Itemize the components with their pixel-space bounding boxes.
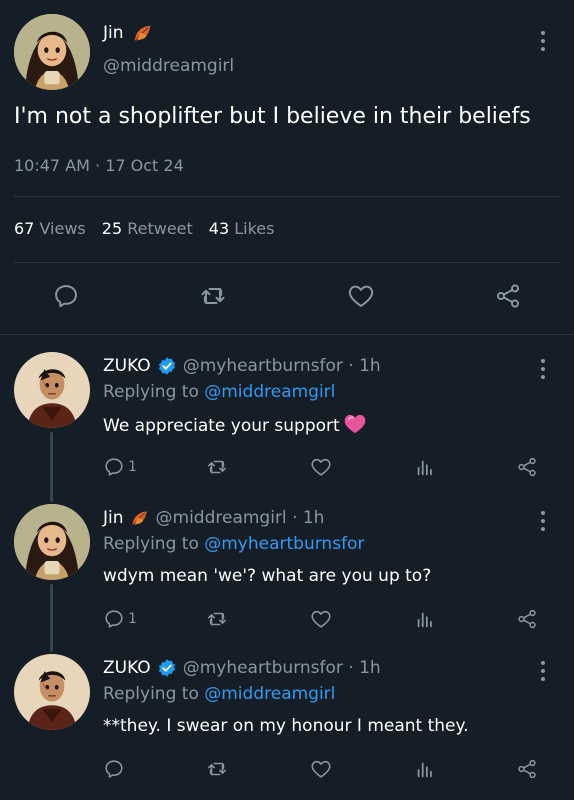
analytics-icon[interactable] (414, 608, 436, 630)
avatar-image (14, 654, 90, 730)
reply-icon[interactable] (52, 282, 80, 310)
divider (14, 196, 560, 197)
tweet-timestamp[interactable]: 10:47 AM · 17 Oct 24 (14, 156, 184, 175)
share-icon[interactable] (516, 758, 538, 780)
reply-tweet[interactable]: Jin @middreamgirl · 1h Replying to @myhe… (0, 504, 574, 644)
reply-display-name[interactable]: Jin (103, 508, 124, 528)
reply-count: 1 (128, 459, 137, 475)
reply-tweet[interactable]: ZUKO @myheartburnsfor · 1h Replying to @… (0, 352, 574, 492)
reply-header: ZUKO @myheartburnsfor · 1h (103, 356, 381, 376)
replying-to-handle[interactable]: @middreamgirl (204, 382, 335, 402)
reply-text: We appreciate your support (103, 416, 340, 436)
kebab-menu-icon[interactable] (535, 356, 551, 382)
replying-to: Replying to @middreamgirl (103, 684, 335, 704)
likes-stat[interactable]: 43 Likes (209, 219, 275, 238)
verified-badge-icon (157, 356, 177, 376)
like-icon[interactable] (310, 608, 332, 630)
author-display-name[interactable]: Jin (103, 23, 124, 43)
retweet-icon[interactable] (206, 456, 228, 478)
reply-text-row: We appreciate your support (103, 414, 366, 436)
divider (14, 262, 560, 263)
reply-count: 1 (128, 611, 137, 627)
kebab-menu-icon[interactable] (535, 658, 551, 684)
reply-text: **they. I swear on my honour I meant the… (103, 716, 469, 736)
leaf-emoji-icon (132, 22, 154, 44)
kebab-menu-icon[interactable] (535, 28, 551, 54)
retweet-count: 25 (101, 219, 123, 238)
section-divider (0, 334, 574, 335)
replying-to: Replying to @myheartburnsfor (103, 534, 364, 554)
like-icon[interactable] (310, 758, 332, 780)
replying-prefix: Replying to (103, 684, 199, 704)
views-count: 67 (14, 219, 35, 238)
share-icon[interactable] (516, 608, 538, 630)
avatar-image (14, 504, 90, 580)
share-icon[interactable] (494, 282, 522, 310)
retweet-icon[interactable] (206, 758, 228, 780)
tweet-stats: 67 Views 25 Retweet 43 Likes (14, 219, 274, 238)
reply-icon[interactable] (103, 608, 125, 630)
reply-header: Jin @middreamgirl · 1h (103, 508, 324, 528)
avatar-image (14, 352, 90, 428)
analytics-icon[interactable] (414, 456, 436, 478)
likes-count: 43 (208, 219, 230, 238)
kebab-menu-icon[interactable] (535, 508, 551, 534)
likes-label: Likes (234, 219, 275, 238)
reply-text: wdym mean 'we'? what are you up to? (103, 566, 432, 586)
retweet-icon[interactable] (206, 608, 228, 630)
replying-prefix: Replying to (103, 534, 199, 554)
main-tweet: Jin @middreamgirl I'm not a shoplifter b… (0, 0, 574, 335)
avatar[interactable] (14, 14, 90, 90)
retweet-label: Retweet (127, 219, 193, 238)
replying-to-handle[interactable]: @middreamgirl (204, 684, 335, 704)
author-handle[interactable]: @middreamgirl (103, 56, 234, 76)
verified-badge-icon (157, 658, 177, 678)
reply-handle-time[interactable]: @myheartburnsfor · 1h (183, 356, 381, 376)
reply-handle-time[interactable]: @myheartburnsfor · 1h (183, 658, 381, 678)
like-icon[interactable] (310, 456, 332, 478)
reply-display-name[interactable]: ZUKO (103, 658, 151, 678)
tweet-text: I'm not a shoplifter but I believe in th… (14, 104, 531, 129)
retweet-stat[interactable]: 25 Retweet (102, 219, 193, 238)
replying-prefix: Replying to (103, 382, 199, 402)
retweet-icon[interactable] (199, 282, 227, 310)
avatar-image (14, 14, 90, 90)
avatar[interactable] (14, 654, 90, 730)
reply-icon[interactable] (103, 758, 125, 780)
avatar[interactable] (14, 504, 90, 580)
analytics-icon[interactable] (414, 758, 436, 780)
reply-display-name[interactable]: ZUKO (103, 356, 151, 376)
pink-heart-emoji-icon (344, 414, 366, 434)
views-stat[interactable]: 67 Views (14, 219, 86, 238)
reply-header: ZUKO @myheartburnsfor · 1h (103, 658, 381, 678)
like-icon[interactable] (347, 282, 375, 310)
replying-to-handle[interactable]: @myheartburnsfor (204, 534, 364, 554)
avatar[interactable] (14, 352, 90, 428)
reply-tweet[interactable]: ZUKO @myheartburnsfor · 1h Replying to @… (0, 654, 574, 794)
share-icon[interactable] (516, 456, 538, 478)
reply-handle-time[interactable]: @middreamgirl · 1h (156, 508, 325, 528)
reply-icon[interactable] (103, 456, 125, 478)
views-label: Views (39, 219, 86, 238)
replying-to: Replying to @middreamgirl (103, 382, 335, 402)
leaf-emoji-icon (130, 508, 150, 528)
author-row: Jin (103, 22, 154, 44)
